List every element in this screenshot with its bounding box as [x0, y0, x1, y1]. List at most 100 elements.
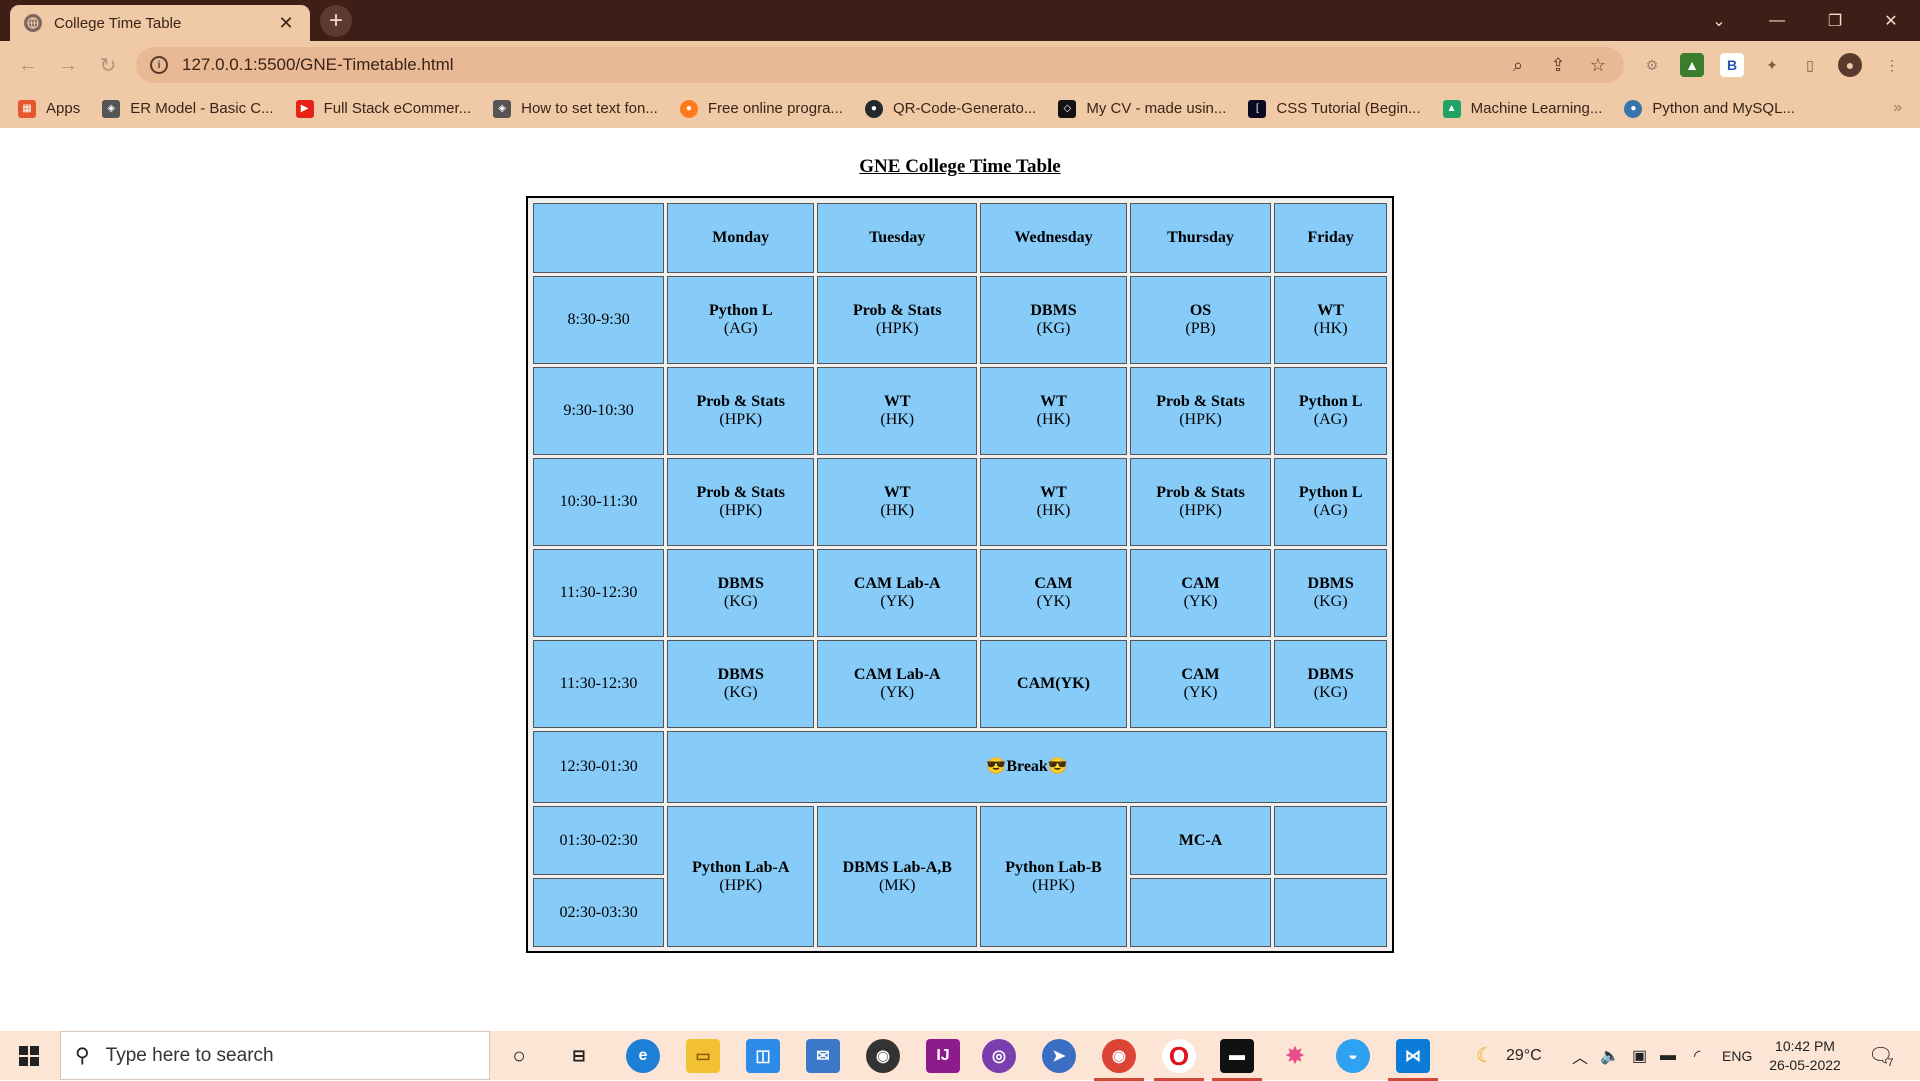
bookmarks-overflow-icon[interactable]: »: [1893, 99, 1902, 117]
day-header: Friday: [1274, 203, 1387, 273]
notification-count: 7: [1887, 1056, 1894, 1069]
bookmark-item[interactable]: ▶ Full Stack eCommer...: [295, 99, 472, 118]
extension-icon[interactable]: ⚙: [1640, 53, 1664, 77]
html-extension-icon[interactable]: ▲: [1680, 53, 1704, 77]
zoom-icon[interactable]: ⌕: [1506, 53, 1530, 77]
moon-icon: ☾: [1476, 1045, 1494, 1067]
weather-widget[interactable]: ☾ 29°C: [1476, 1031, 1542, 1080]
chat-icon[interactable]: ◒: [1336, 1039, 1370, 1073]
vscode-icon[interactable]: ⋈: [1388, 1039, 1438, 1081]
mail-icon[interactable]: ✉: [806, 1039, 840, 1073]
empty-cell: [1274, 806, 1387, 875]
browser-toolbar: ← → ↻ i 127.0.0.1:5500/GNE-Timetable.htm…: [0, 41, 1920, 89]
bookmark-item[interactable]: ◇ My CV - made usin...: [1058, 99, 1226, 118]
professor: (HPK): [719, 502, 763, 519]
subject: Python Lab-B: [1005, 858, 1102, 876]
notification-center[interactable]: 🗨 7: [1868, 1031, 1894, 1080]
clock[interactable]: 10:42 PM 26-05-2022: [1765, 1037, 1845, 1075]
taskbar-search-box[interactable]: ⚲ Type here to search: [60, 1031, 490, 1080]
b-extension-icon[interactable]: B: [1720, 53, 1744, 77]
puzzle-extensions-icon[interactable]: ✦: [1760, 53, 1784, 77]
store-icon[interactable]: ◫: [746, 1039, 780, 1073]
profile-avatar[interactable]: ●: [1838, 53, 1862, 77]
task-view-icon[interactable]: ⊟: [562, 1039, 596, 1073]
site-info-icon[interactable]: i: [150, 56, 168, 74]
browser-tab[interactable]: College Time Table ✕: [10, 5, 310, 41]
tray-chevron-icon[interactable]: ︿: [1572, 1031, 1588, 1080]
intellij-icon[interactable]: IJ: [926, 1039, 960, 1073]
class-cell: CAM(YK): [1129, 549, 1272, 637]
tab-search-chevron-icon[interactable]: ⌄: [1690, 0, 1748, 41]
class-cell: WT (HK): [980, 367, 1127, 455]
class-cell: WT (HK): [817, 458, 978, 546]
tab-close-icon[interactable]: ✕: [276, 13, 296, 34]
bookmark-item[interactable]: ● QR-Code-Generato...: [864, 99, 1037, 118]
bookmark-item[interactable]: ▲ Machine Learning...: [1442, 99, 1602, 118]
bookmark-label: QR-Code-Generato...: [892, 100, 1037, 117]
menu-dots-icon[interactable]: ⋮: [1880, 53, 1904, 77]
day-header: Wednesday: [980, 203, 1127, 273]
subject: DBMS: [1307, 666, 1354, 683]
file-explorer-icon[interactable]: ▭: [686, 1039, 720, 1073]
restore-button[interactable]: ❐: [1806, 0, 1864, 41]
class-cell: CAM Lab-A (YK): [817, 640, 978, 728]
professor: (HPK): [1179, 411, 1222, 428]
chrome-icon[interactable]: ◉: [1094, 1039, 1144, 1081]
table-row: 01:30-02:30 Python Lab-A (HPK) DBMS Lab-A…: [533, 806, 1387, 947]
class-cell: WT (HK): [980, 458, 1127, 546]
youtube-icon: ▶: [295, 99, 314, 118]
meet-icon[interactable]: ▣: [1632, 1031, 1647, 1080]
obs-icon[interactable]: ◉: [866, 1039, 900, 1073]
git-icon[interactable]: ✸: [1278, 1039, 1312, 1073]
bookmarks-bar: ▦ Apps ◈ ER Model - Basic C... ▶ Full Stack…: [0, 89, 1920, 128]
bookmark-item[interactable]: ● Python and MySQL...: [1624, 99, 1795, 118]
minimize-button[interactable]: —: [1748, 0, 1806, 41]
subject: MC-A: [1178, 831, 1223, 849]
cortana-icon[interactable]: ○: [502, 1039, 536, 1073]
header-row: Monday Tuesday Wednesday Thursday Friday: [533, 203, 1387, 273]
share-icon[interactable]: ⇪: [1546, 53, 1570, 77]
github-desktop-icon[interactable]: ◎: [982, 1039, 1016, 1073]
windows-start-button[interactable]: [0, 1031, 58, 1080]
professor: (HK): [880, 502, 915, 519]
app-icon[interactable]: ➤: [1042, 1039, 1076, 1073]
bookmark-item[interactable]: ◈ How to set text fon...: [493, 99, 658, 118]
bookmark-item[interactable]: [CSS Tutorial (Begin...: [1248, 99, 1421, 118]
back-arrow-icon[interactable]: ←: [14, 51, 42, 79]
table-row: 9:30-10:30 Prob & Stats (HPK) WT (HK) WT (H…: [533, 367, 1387, 455]
geeks-icon: ◈: [493, 99, 512, 118]
reload-icon[interactable]: ↻: [94, 51, 122, 79]
battery-icon[interactable]: ▬: [1660, 1031, 1676, 1080]
subject: WT: [1317, 302, 1344, 319]
timetable-table: Monday Tuesday Wednesday Thursday Friday…: [530, 200, 1390, 950]
language-indicator[interactable]: ENG: [1722, 1031, 1752, 1080]
wifi-icon[interactable]: ◜: [1694, 1031, 1700, 1080]
bookmark-star-icon[interactable]: ☆: [1586, 53, 1610, 77]
edge-icon[interactable]: e: [626, 1039, 660, 1073]
url-text[interactable]: 127.0.0.1:5500/GNE-Timetable.html: [182, 55, 1490, 75]
subject: WT: [883, 484, 911, 501]
bookmark-item[interactable]: ▦ Apps: [18, 99, 80, 118]
close-window-button[interactable]: ✕: [1862, 0, 1920, 41]
bookmark-item[interactable]: ◈ ER Model - Basic C...: [102, 99, 274, 118]
class-cell: OS (PB): [1129, 276, 1272, 364]
professor: (KG): [723, 684, 758, 701]
table-row: 11:30-12:30 DBMS(KG) CAM Lab-A(YK) CAM(Y…: [533, 549, 1387, 637]
break-cell: 😎Break😎: [667, 731, 1387, 803]
address-bar[interactable]: i 127.0.0.1:5500/GNE-Timetable.html ⌕ ⇪ …: [136, 47, 1624, 83]
bookmark-item[interactable]: ● Free online progra...: [679, 99, 843, 118]
terminal-icon[interactable]: ▬: [1212, 1039, 1262, 1081]
class-cell: DBMS Lab-A,B (MK): [817, 806, 978, 947]
day-header: Thursday: [1129, 203, 1272, 273]
professor: (YK): [880, 684, 915, 701]
bookmark-label: Full Stack eCommer...: [323, 100, 472, 117]
github-icon: ●: [864, 99, 883, 118]
side-panel-icon[interactable]: ▯: [1798, 53, 1822, 77]
opera-icon[interactable]: O: [1154, 1039, 1204, 1081]
time-cell: 11:30-12:30: [533, 549, 665, 637]
forward-arrow-icon[interactable]: →: [54, 51, 82, 79]
class-cell: Prob & Stats (HPK): [1129, 458, 1272, 546]
clock-time: 10:42 PM: [1775, 1038, 1835, 1054]
volume-icon[interactable]: 🔈: [1600, 1031, 1620, 1080]
new-tab-button[interactable]: +: [320, 5, 352, 37]
